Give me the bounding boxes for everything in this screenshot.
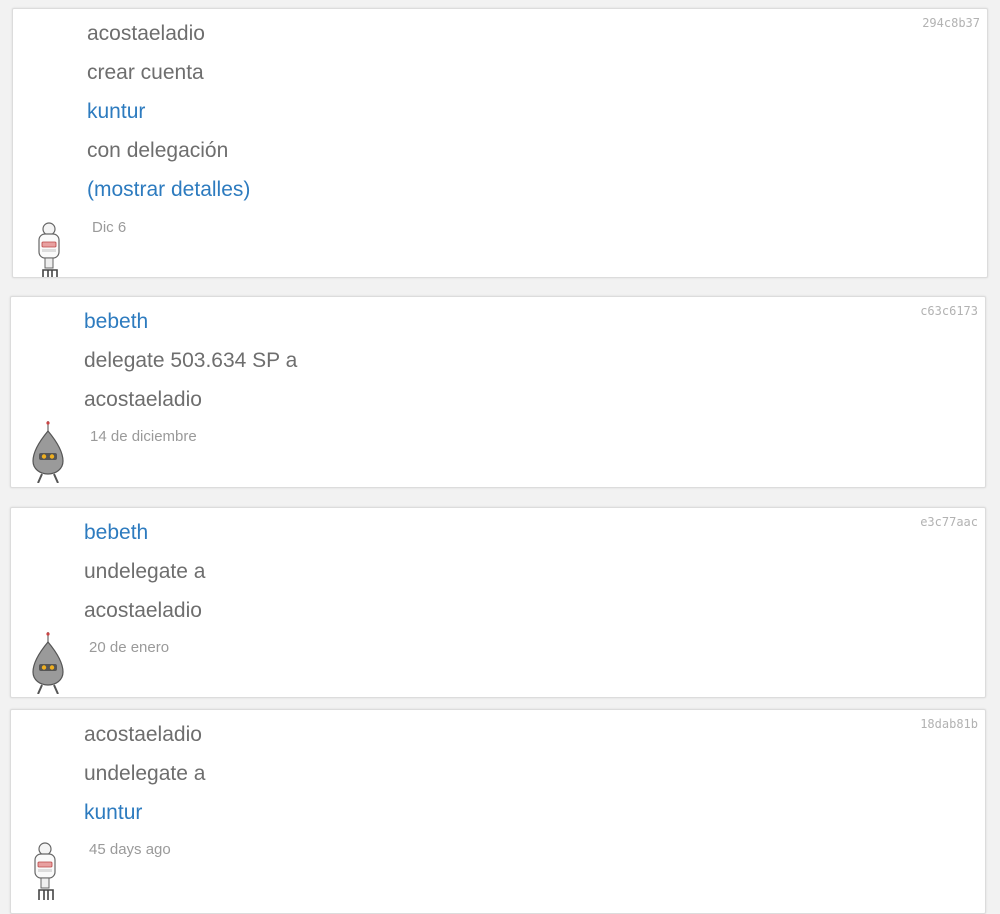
activity-card: c63c6173 bebeth delegate 503.634 SP a ac… [10, 296, 986, 488]
operation-text: delegate 503.634 SP a [84, 349, 298, 372]
gray-robot-avatar-icon[interactable] [28, 632, 68, 694]
white-robot-avatar-icon[interactable] [31, 218, 71, 278]
account-name: acostaeladio [87, 22, 205, 45]
transaction-hash[interactable]: e3c77aac [920, 515, 978, 529]
operation-detail-text: con delegación [87, 139, 229, 162]
white-robot-avatar-icon[interactable] [27, 838, 67, 900]
activity-card: e3c77aac bebeth undelegate a acostaeladi… [10, 507, 986, 698]
account-link-kuntur[interactable]: kuntur [84, 801, 142, 825]
gray-robot-avatar-icon[interactable] [28, 421, 68, 483]
operation-text: crear cuenta [87, 61, 204, 84]
transaction-hash[interactable]: 294c8b37 [922, 16, 980, 30]
account-name: acostaeladio [84, 723, 202, 746]
activity-card: 18dab81b acostaeladio undelegate a kuntu… [10, 709, 986, 914]
operation-text: undelegate a [84, 560, 206, 583]
account-link-kuntur[interactable]: kuntur [87, 100, 145, 124]
show-details-link[interactable]: (mostrar detalles) [87, 178, 250, 202]
transaction-hash[interactable]: c63c6173 [920, 304, 978, 318]
transaction-hash[interactable]: 18dab81b [920, 717, 978, 731]
timestamp: 20 de enero [89, 639, 170, 656]
account-link-bebeth[interactable]: bebeth [84, 310, 148, 334]
activity-card: 294c8b37 acostaeladio crear cuenta kuntu… [12, 8, 988, 278]
account-name: acostaeladio [84, 388, 202, 411]
timestamp: Dic 6 [92, 219, 127, 236]
timestamp: 14 de diciembre [90, 428, 197, 445]
timestamp: 45 days ago [89, 841, 171, 858]
operation-text: undelegate a [84, 762, 206, 785]
account-link-bebeth[interactable]: bebeth [84, 521, 148, 545]
account-name: acostaeladio [84, 599, 202, 622]
